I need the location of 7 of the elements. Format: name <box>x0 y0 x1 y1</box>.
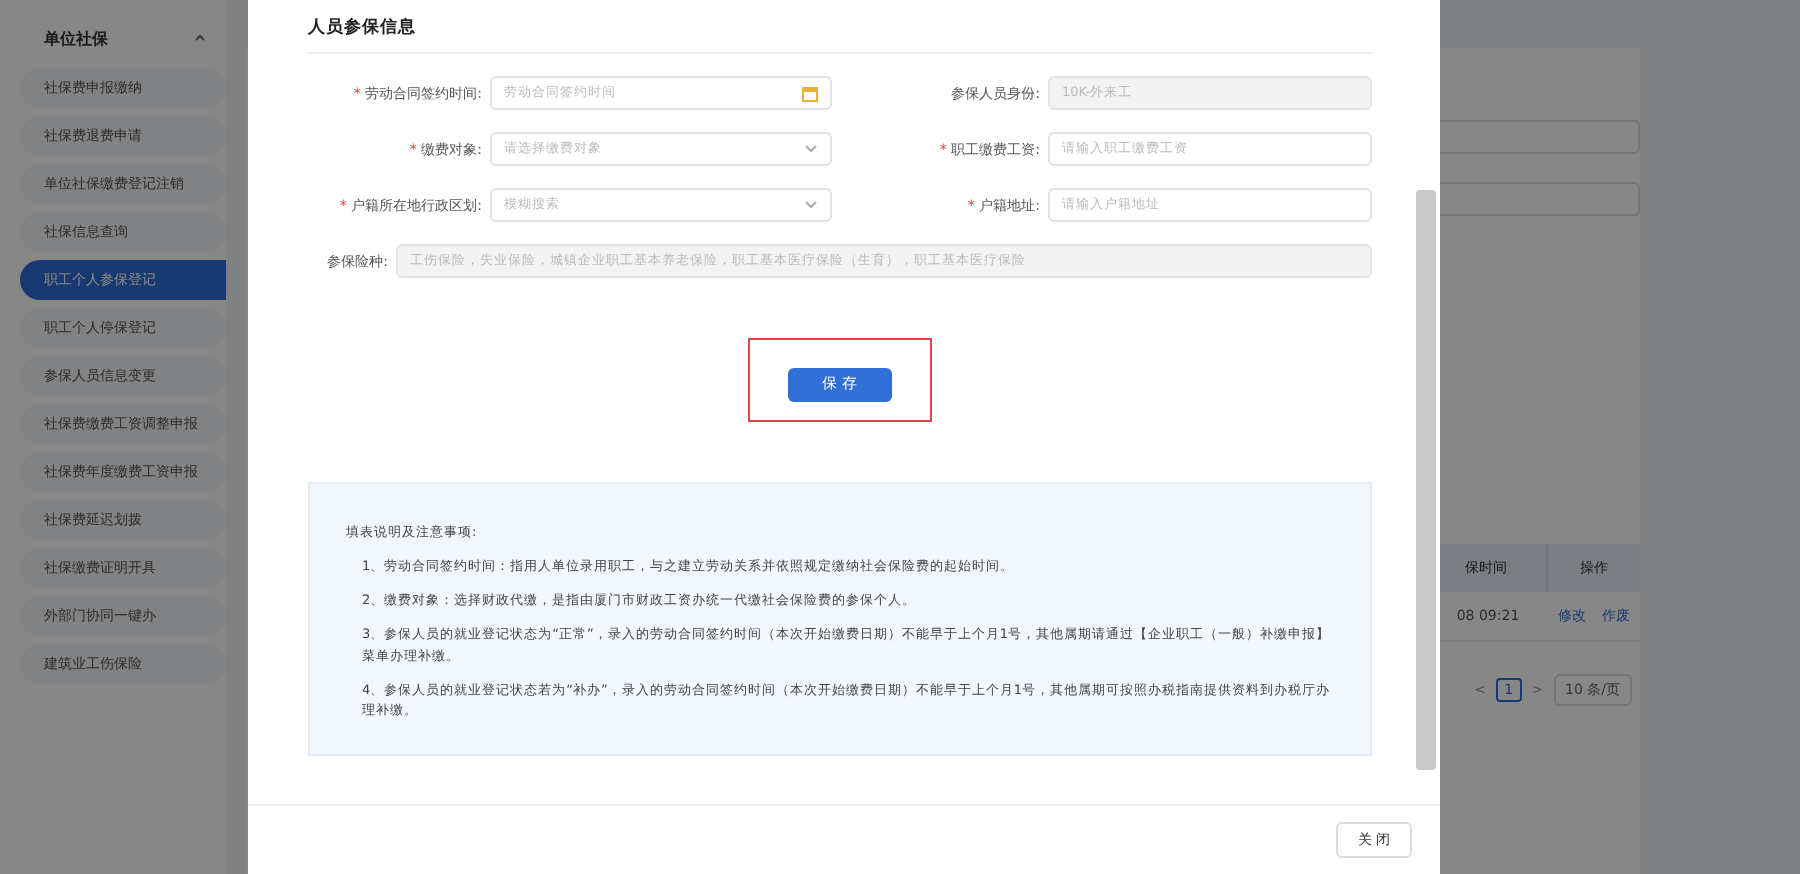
chevron-down-icon <box>804 200 818 210</box>
chevron-down-icon <box>804 144 818 154</box>
sidebar-group-title[interactable]: 单位社保 <box>44 27 108 49</box>
calendar-icon <box>802 85 818 101</box>
section-title: 人员参保信息 <box>308 16 1372 54</box>
scrollbar[interactable] <box>1416 190 1436 770</box>
caret-icon[interactable] <box>194 34 206 42</box>
